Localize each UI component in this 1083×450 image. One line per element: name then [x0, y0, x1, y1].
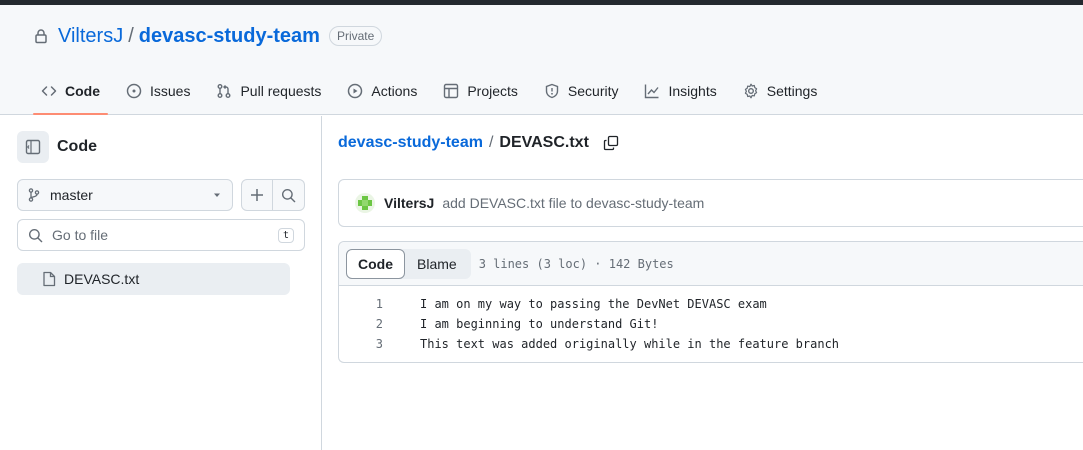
tab-code[interactable]: Code — [33, 75, 108, 115]
copy-path-button[interactable] — [603, 135, 619, 151]
lock-icon — [35, 29, 47, 44]
tab-actions[interactable]: Actions — [339, 75, 425, 107]
code-line: 2 I am beginning to understand Git! — [339, 314, 1083, 334]
breadcrumb-separator: / — [488, 134, 494, 151]
tab-projects[interactable]: Projects — [435, 75, 526, 107]
tab-security[interactable]: Security — [536, 75, 627, 107]
repo-nav: Code Issues Pull requests Actions Projec… — [33, 75, 835, 115]
gear-icon — [744, 83, 757, 99]
copy-icon — [603, 135, 619, 151]
file-tree-item-label: DEVASC.txt — [64, 271, 140, 287]
tab-issues[interactable]: Issues — [118, 75, 198, 107]
tab-settings[interactable]: Settings — [735, 75, 826, 107]
code-line: 3 This text was added originally while i… — [339, 334, 1083, 354]
file-tree-item[interactable]: DEVASC.txt — [17, 263, 290, 295]
go-to-file-field[interactable]: t — [17, 219, 305, 251]
file-icon — [43, 271, 56, 287]
repo-title: ViltersJ / devasc-study-team Private — [33, 23, 383, 49]
commit-message[interactable]: add DEVASC.txt file to devasc-study-team — [442, 195, 704, 211]
breadcrumb-file-name: DEVASC.txt — [499, 134, 589, 151]
line-number[interactable]: 1 — [339, 297, 383, 311]
repo-header: ViltersJ / devasc-study-team Private Cod… — [0, 5, 1083, 115]
add-file-button[interactable] — [241, 179, 273, 211]
sidebar-title: Code — [57, 138, 97, 155]
shield-icon — [545, 83, 559, 99]
tab-pull-requests[interactable]: Pull requests — [208, 75, 329, 107]
code-line: 1 I am on my way to passing the DevNet D… — [339, 294, 1083, 314]
code-icon — [41, 86, 57, 96]
code-view-button[interactable]: Code — [346, 248, 405, 279]
breadcrumb: devasc-study-team / DEVASC.txt — [338, 134, 619, 152]
avatar[interactable] — [355, 193, 375, 213]
line-text: I am beginning to understand Git! — [420, 317, 659, 331]
branch-name: master — [50, 187, 93, 203]
line-number[interactable]: 3 — [339, 337, 383, 351]
pull-request-icon — [217, 84, 231, 98]
tab-label: Projects — [467, 83, 518, 99]
sidebar-collapse-icon — [25, 139, 41, 155]
repo-name-link[interactable]: devasc-study-team — [139, 25, 320, 48]
keyboard-shortcut-hint: t — [277, 227, 294, 243]
plus-icon — [251, 189, 263, 201]
tab-label: Issues — [150, 83, 191, 99]
file-content-box: Code Blame 3 lines (3 loc) · 142 Bytes 1… — [338, 241, 1083, 363]
issue-icon — [126, 83, 142, 99]
tab-label: Security — [567, 83, 619, 99]
branch-icon — [28, 188, 40, 202]
line-text: This text was added originally while in … — [420, 337, 840, 351]
repo-owner-link[interactable]: ViltersJ — [58, 25, 123, 48]
tab-label: Pull requests — [240, 83, 322, 99]
line-number[interactable]: 2 — [339, 317, 383, 331]
line-text: I am on my way to passing the DevNet DEV… — [420, 297, 767, 311]
tab-label: Code — [65, 83, 100, 99]
table-icon — [444, 83, 459, 99]
file-tree-sidebar: Code master t DEVASC.txt — [0, 116, 322, 450]
sidebar-collapse-button[interactable] — [17, 131, 49, 163]
blame-view-button[interactable]: Blame — [405, 249, 471, 279]
sidebar-header: Code — [17, 131, 97, 163]
breadcrumb-repo-link[interactable]: devasc-study-team — [338, 134, 483, 152]
go-to-file-input[interactable] — [52, 227, 278, 243]
branch-selector[interactable]: master — [17, 179, 233, 211]
search-icon — [281, 188, 296, 202]
visibility-badge: Private — [328, 26, 383, 46]
file-header: Code Blame 3 lines (3 loc) · 142 Bytes — [339, 242, 1083, 286]
view-mode-toggle: Code Blame — [346, 248, 471, 279]
latest-commit-bar: ViltersJ add DEVASC.txt file to devasc-s… — [338, 179, 1083, 227]
caret-down-icon — [214, 193, 220, 197]
search-files-button[interactable] — [273, 179, 305, 211]
graph-icon — [645, 84, 660, 99]
commit-author[interactable]: ViltersJ — [384, 195, 434, 211]
identicon-icon — [358, 196, 372, 210]
tab-label: Actions — [371, 83, 418, 99]
play-icon — [348, 83, 363, 99]
file-meta: 3 lines (3 loc) · 142 Bytes — [478, 256, 674, 271]
tab-label: Settings — [766, 83, 818, 99]
repo-separator: / — [128, 24, 134, 47]
code-listing: 1 I am on my way to passing the DevNet D… — [339, 286, 1083, 354]
tab-insights[interactable]: Insights — [636, 75, 724, 107]
search-icon — [28, 228, 43, 242]
tab-label: Insights — [668, 83, 717, 99]
